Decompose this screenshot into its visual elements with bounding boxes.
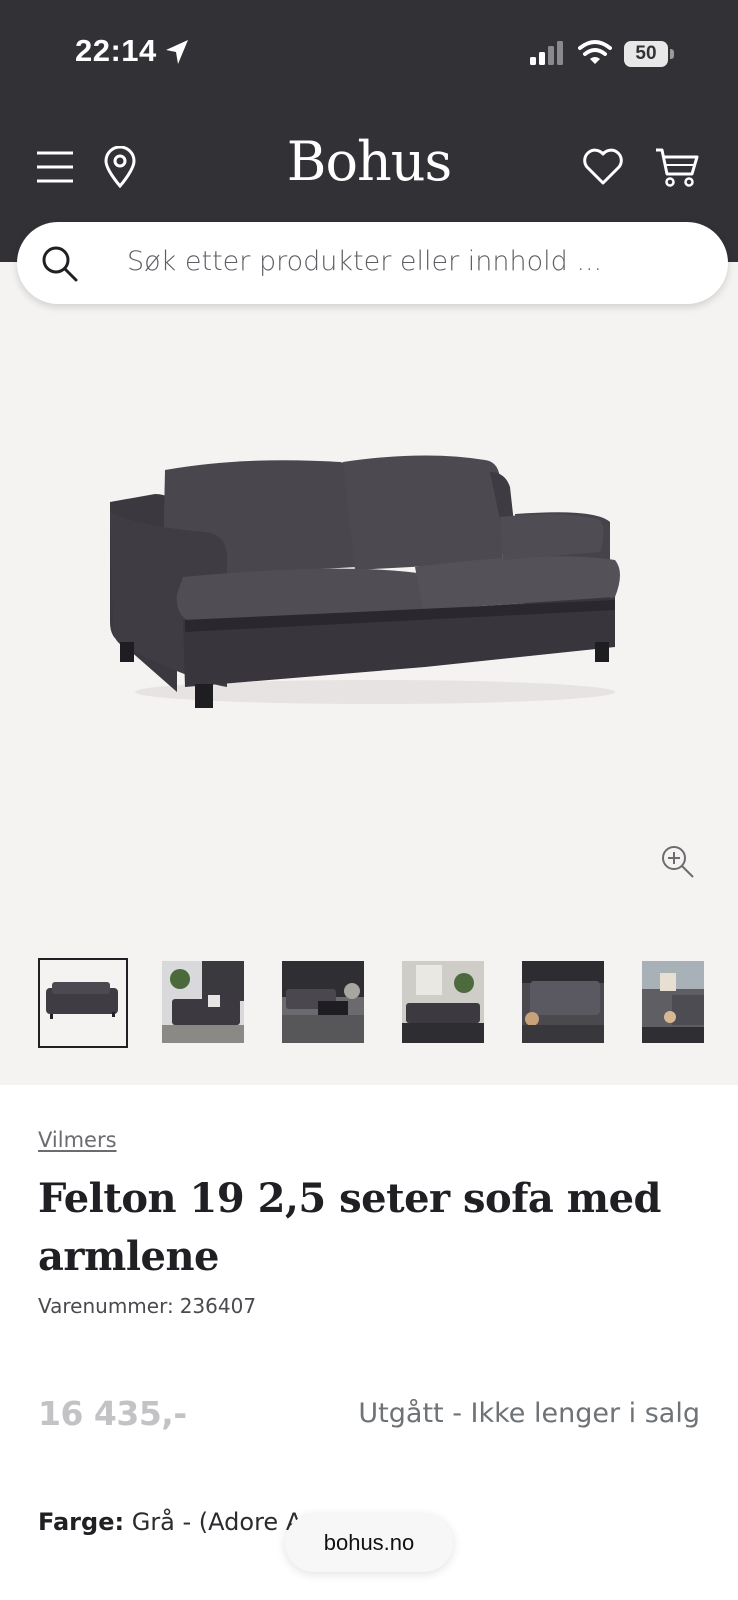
search-input[interactable]: Søk etter produkter eller innhold ...	[127, 246, 602, 277]
thumbnail-strip	[38, 958, 738, 1048]
thumbnail-2[interactable]	[162, 961, 244, 1043]
product-price: 16 435,-	[38, 1394, 187, 1433]
zoom-in-icon[interactable]	[660, 844, 696, 880]
thumbnail-4[interactable]	[402, 961, 484, 1043]
thumbnail-6[interactable]	[642, 961, 704, 1043]
wifi-icon	[578, 40, 612, 64]
cart-icon[interactable]	[654, 146, 700, 188]
thumbnail-1[interactable]	[38, 958, 128, 1048]
color-label: Farge:	[38, 1508, 125, 1536]
sku-label: Varenummer:	[38, 1294, 174, 1318]
menu-icon[interactable]	[36, 150, 74, 184]
browser-url-pill[interactable]: bohus.no	[285, 1514, 453, 1572]
store-location-icon[interactable]	[103, 146, 137, 188]
battery-level: 50	[635, 43, 657, 64]
sofa-product-image[interactable]	[95, 442, 635, 712]
brand-link[interactable]: Vilmers	[38, 1128, 117, 1152]
location-arrow-icon	[166, 40, 188, 64]
search-bar[interactable]: Søk etter produkter eller innhold ...	[17, 222, 728, 304]
sku-value: 236407	[179, 1294, 257, 1318]
availability-status: Utgått - Ikke lenger i salg	[358, 1398, 700, 1429]
product-title: Felton 19 2,5 seter sofa med armlene	[38, 1175, 662, 1280]
status-time: 22:14	[75, 33, 157, 68]
thumbnail-3[interactable]	[282, 961, 364, 1043]
color-row[interactable]: Farge: Grå - (Adore A	[38, 1508, 302, 1536]
search-icon	[42, 246, 78, 282]
sku-row: Varenummer: 236407	[38, 1294, 256, 1318]
color-value: Grå - (Adore A	[131, 1508, 303, 1536]
wishlist-heart-icon[interactable]	[582, 148, 624, 186]
bohus-logo[interactable]: Bohus	[269, 130, 469, 193]
battery-icon: 50	[624, 41, 674, 67]
thumbnail-5[interactable]	[522, 961, 604, 1043]
cellular-signal-icon	[530, 41, 563, 65]
